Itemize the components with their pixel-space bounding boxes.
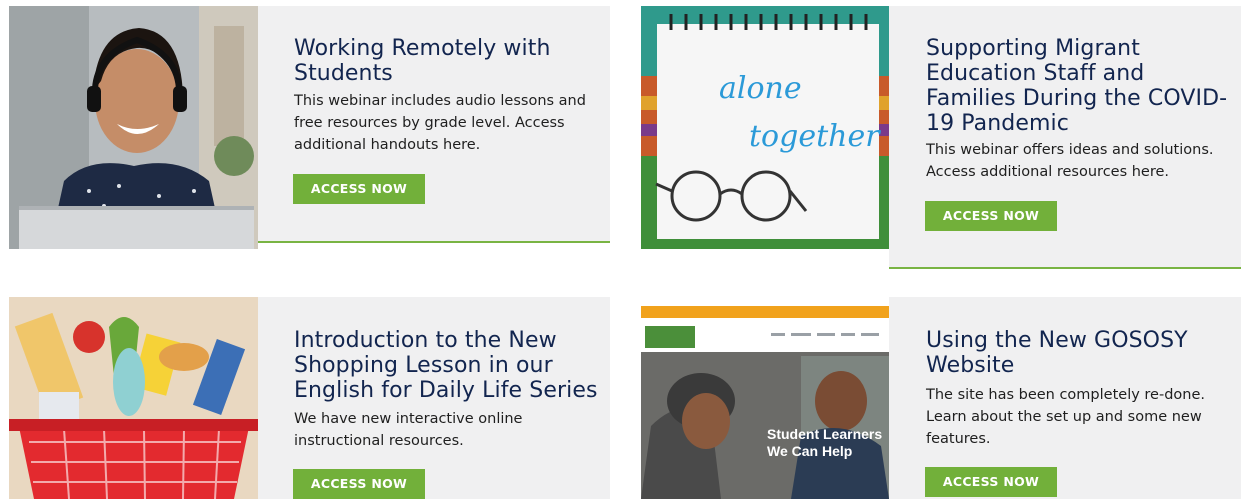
card-description: The site has been completely re-done. Le… <box>926 387 1205 447</box>
access-now-button[interactable]: ACCESS NOW <box>293 174 425 204</box>
card-description: This webinar includes audio lessons and … <box>294 93 586 153</box>
green-underline <box>258 241 610 243</box>
card-description: We have new interactive online instructi… <box>294 411 523 449</box>
card-description: This webinar offers ideas and solutions.… <box>926 142 1214 180</box>
access-now-button[interactable]: ACCESS NOW <box>925 467 1057 497</box>
image-text-together: together <box>749 119 881 154</box>
gososy-website-image: Student Learners We Can Help <box>641 306 889 499</box>
green-underline <box>889 267 1241 269</box>
grocery-basket-image <box>9 297 258 499</box>
card-title: Introduction to the New Shopping Lesson … <box>294 328 598 403</box>
access-now-button[interactable]: ACCESS NOW <box>293 469 425 499</box>
alone-together-notepad-image: alone together <box>641 6 889 249</box>
image-text-alone: alone <box>719 71 802 106</box>
image-text-student-learners: Student Learners <box>767 426 882 442</box>
card-title: Working Remotely with Students <box>294 36 551 86</box>
image-text-we-can-help: We Can Help <box>767 443 852 459</box>
card-title: Using the New GOSOSY Website <box>926 328 1188 378</box>
woman-headset-image <box>9 6 258 249</box>
card-title: Supporting Migrant Education Staff and F… <box>926 36 1228 136</box>
access-now-button[interactable]: ACCESS NOW <box>925 201 1057 231</box>
